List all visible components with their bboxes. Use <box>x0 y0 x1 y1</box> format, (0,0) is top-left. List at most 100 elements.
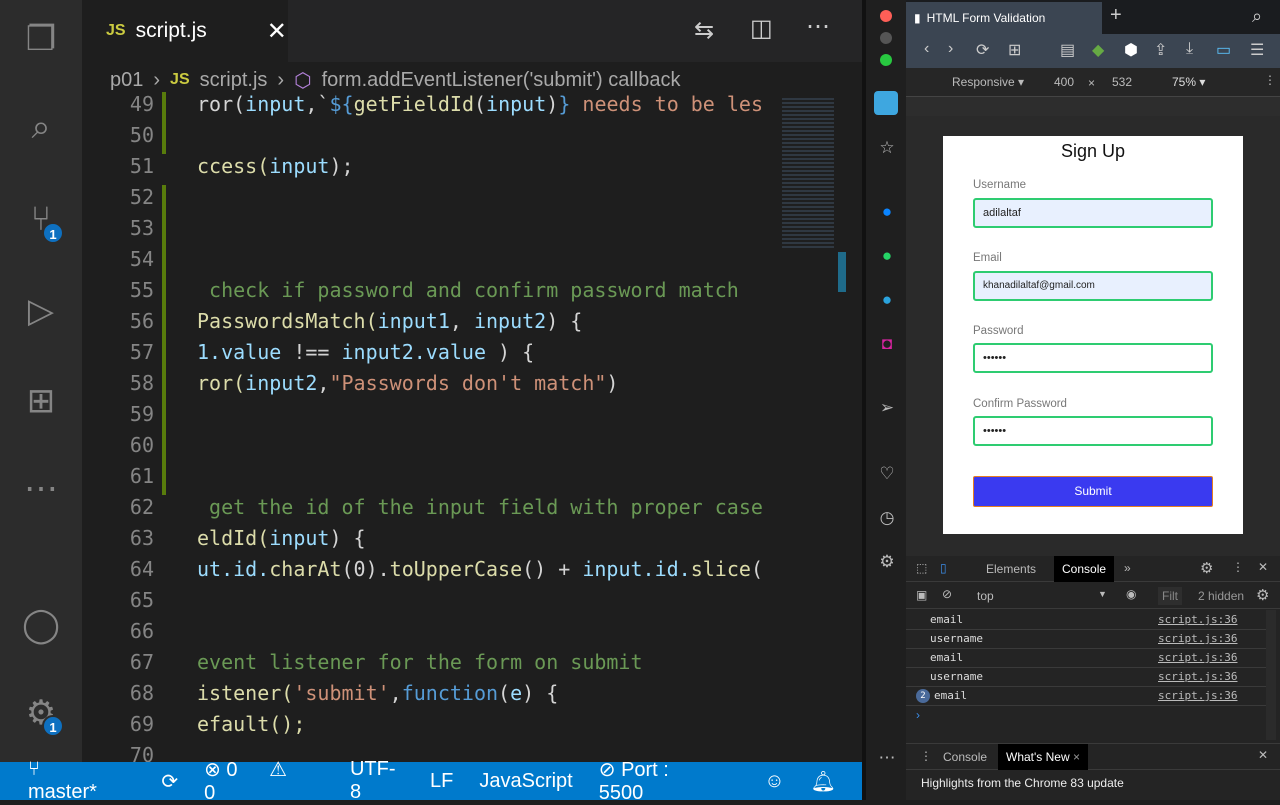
eol[interactable]: LF <box>430 770 453 793</box>
account-icon[interactable]: ◯ <box>18 602 64 648</box>
more-icon[interactable]: ⋯ <box>18 466 64 512</box>
device-select[interactable]: Responsive ▾ <box>952 75 1024 89</box>
sidebar-toggle-icon[interactable]: ▣ <box>916 588 927 602</box>
code-line[interactable]: efault(); <box>197 712 305 736</box>
branch-status[interactable]: ⑂ master* <box>28 758 135 804</box>
explorer-icon[interactable]: ❐ <box>18 16 64 62</box>
more-options-icon[interactable]: ⋮ <box>1232 560 1244 574</box>
code-editor[interactable]: 49 ror(input,`${getFieldId(input)} needs … <box>82 92 778 762</box>
code-line[interactable]: PasswordsMatch(input1, input2) { <box>197 309 582 333</box>
context-dropdown-icon[interactable]: ▼ <box>1098 589 1107 599</box>
source-link[interactable]: script.js:36 <box>1158 687 1237 705</box>
close-tab-icon[interactable]: ✕ <box>267 17 287 46</box>
source-link[interactable]: script.js:36 <box>1158 668 1237 686</box>
breadcrumb-symbol[interactable]: form.addEventListener('submit') callback <box>322 69 681 92</box>
console-scrollbar[interactable] <box>1266 610 1276 740</box>
encoding[interactable]: UTF-8 <box>350 758 404 804</box>
extension-icon[interactable]: ▤ <box>1060 40 1075 60</box>
tab-elements[interactable]: Elements <box>986 562 1036 576</box>
run-debug-icon[interactable]: ▷ <box>18 288 64 334</box>
battery-icon[interactable]: ▭ <box>1216 40 1231 60</box>
minimize-window-button[interactable] <box>880 32 892 44</box>
back-icon[interactable]: ‹ <box>924 40 929 58</box>
share-icon[interactable]: ⇪ <box>1154 40 1167 60</box>
source-link[interactable]: script.js:36 <box>1158 630 1237 648</box>
password-input[interactable]: •••••• <box>973 343 1213 373</box>
email-input[interactable]: khanadilaltaf@gmail.com <box>973 271 1213 301</box>
grid-icon[interactable]: ⊞ <box>1008 40 1021 60</box>
code-line[interactable]: eldId(input) { <box>197 526 366 550</box>
minimap[interactable] <box>778 92 846 762</box>
close-drawer-icon[interactable]: ✕ <box>1258 748 1268 762</box>
tab-script-js[interactable]: JS script.js ✕ <box>82 0 288 62</box>
settings-icon[interactable]: ⚙ <box>874 552 900 572</box>
home-icon[interactable] <box>874 91 898 115</box>
browser-tab[interactable]: ▮ HTML Form Validation <box>906 2 1102 34</box>
console-settings-icon[interactable]: ⚙ <box>1256 586 1269 604</box>
code-line[interactable]: istener('submit',function(e) { <box>197 681 558 705</box>
clear-console-icon[interactable]: ⊘ <box>942 587 952 601</box>
code-line[interactable]: event listener for the form on submit <box>197 650 643 674</box>
send-icon[interactable]: ➢ <box>874 398 900 418</box>
download-icon[interactable]: ⤓ <box>1186 40 1193 58</box>
whatsapp-icon[interactable]: ● <box>874 246 900 266</box>
code-line[interactable]: ror(input,`${getFieldId(input)} needs to… <box>197 92 763 116</box>
zoom-select[interactable]: 75% ▾ <box>1172 75 1205 89</box>
live-server-port[interactable]: ⊘ Port : 5500 <box>599 757 738 805</box>
reload-icon[interactable]: ⟳ <box>976 40 989 60</box>
confirm-password-input[interactable]: •••••• <box>973 416 1213 446</box>
code-line[interactable]: ccess(input); <box>197 154 354 178</box>
code-line[interactable]: 1.value !== input2.value ) { <box>197 340 534 364</box>
language-mode[interactable]: JavaScript <box>479 770 572 793</box>
history-icon[interactable]: ◷ <box>874 508 900 528</box>
more-tabs[interactable]: » <box>1124 561 1131 575</box>
more-icon[interactable]: ⋯ <box>874 748 900 768</box>
search-icon[interactable]: ⌕ <box>18 104 64 150</box>
messenger-icon[interactable]: ● <box>874 202 900 222</box>
split-editor-icon[interactable]: ◫ <box>750 14 773 43</box>
width-input[interactable]: 400 <box>1054 75 1074 89</box>
drawer-tab-whats-new[interactable]: What's New × <box>998 744 1088 770</box>
close-window-button[interactable] <box>880 10 892 22</box>
new-tab-button[interactable]: + <box>1110 4 1122 27</box>
code-line[interactable]: get the id of the input field with prope… <box>197 495 763 519</box>
code-line[interactable]: ror(input2,"Passwords don't match") <box>197 371 618 395</box>
inspect-element-icon[interactable]: ⬚ <box>916 561 927 575</box>
extensions-icon[interactable]: ⊞ <box>18 378 64 424</box>
close-tab-icon[interactable]: × <box>1073 750 1080 764</box>
extension-box-icon[interactable]: ⬢ <box>1124 40 1138 60</box>
height-input[interactable]: 532 <box>1112 75 1132 89</box>
code-line[interactable]: ut.id.charAt(0).toUpperCase() + input.id… <box>197 557 763 581</box>
hidden-count[interactable]: 2 hidden <box>1198 589 1244 603</box>
tab-console[interactable]: Console <box>1054 556 1115 582</box>
forward-icon[interactable]: › <box>948 40 953 58</box>
notifications-icon[interactable]: 🔔︎ <box>811 769 836 794</box>
username-input[interactable]: adilaltaf <box>973 198 1213 228</box>
code-line[interactable]: check if password and confirm password m… <box>197 278 739 302</box>
close-devtools-icon[interactable]: ✕ <box>1258 560 1268 574</box>
more-options-icon[interactable]: ⋮ <box>1264 73 1276 87</box>
compare-changes-icon[interactable]: ⇆ <box>694 16 714 45</box>
filter-input[interactable]: Filt <box>1158 587 1182 605</box>
breadcrumb-folder[interactable]: p01 <box>110 69 143 92</box>
more-actions-icon[interactable]: ⋯ <box>806 12 830 41</box>
breadcrumb-file[interactable]: script.js <box>200 69 268 92</box>
live-expression-icon[interactable]: ◉ <box>1126 587 1136 601</box>
feedback-icon[interactable]: ☺ <box>764 770 784 793</box>
drawer-menu-icon[interactable]: ⋮ <box>920 749 932 763</box>
sync-icon[interactable]: ⟳ <box>161 769 178 794</box>
maximize-window-button[interactable] <box>880 54 892 66</box>
device-toggle-icon[interactable]: ▯ <box>940 561 947 575</box>
console-prompt[interactable]: › <box>916 708 920 722</box>
search-icon[interactable]: ⌕ <box>1252 6 1262 27</box>
drawer-tab-console[interactable]: Console <box>943 750 987 764</box>
source-link[interactable]: script.js:36 <box>1158 611 1237 629</box>
instagram-icon[interactable]: ◘ <box>874 334 900 354</box>
source-link[interactable]: script.js:36 <box>1158 649 1237 667</box>
settings-icon[interactable]: ⚙ <box>1200 559 1213 577</box>
heart-icon[interactable]: ♡ <box>874 464 900 484</box>
extension-cube-icon[interactable]: ◆ <box>1092 40 1104 60</box>
context-select[interactable]: top <box>977 589 994 603</box>
star-icon[interactable]: ☆ <box>874 138 900 158</box>
settings-sliders-icon[interactable]: ☰ <box>1250 40 1264 60</box>
